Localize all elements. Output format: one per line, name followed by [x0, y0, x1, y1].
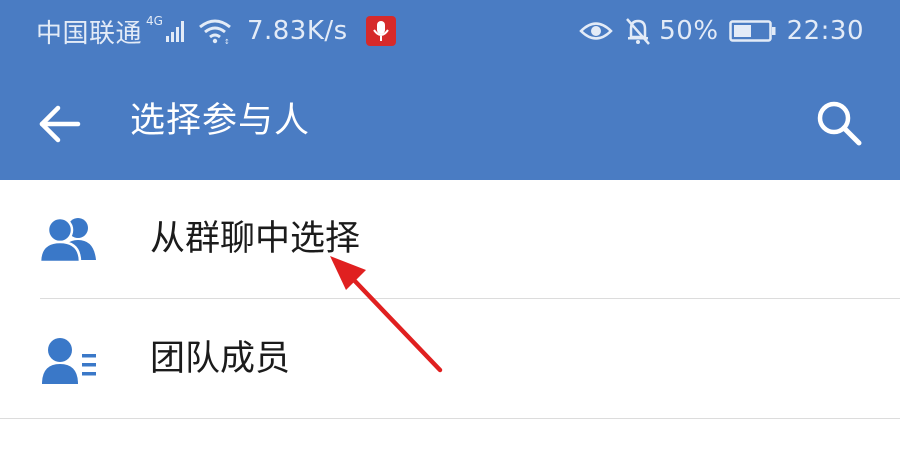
status-bar: 中国联通 4G ↕ 7.83K/s 50% 22:30: [0, 0, 900, 62]
list-item-select-from-group-chat[interactable]: 从群聊中选择: [0, 180, 900, 298]
divider: [40, 298, 900, 299]
search-icon[interactable]: [814, 98, 864, 148]
clock: 22:30: [786, 16, 864, 46]
wifi-icon: ↕: [199, 19, 231, 45]
status-bar-right: 50% 22:30: [579, 0, 864, 62]
mute-bell-icon: [626, 18, 651, 45]
battery-percent: 50%: [659, 16, 719, 46]
page-title: 选择参与人: [130, 101, 311, 141]
app-bar: 选择参与人: [0, 62, 900, 180]
network-speed: 7.83K/s: [246, 16, 348, 46]
svg-text:↕: ↕: [224, 38, 230, 45]
battery-icon: [728, 20, 776, 42]
microphone-icon: [365, 16, 396, 46]
list-item-label: 团队成员: [150, 339, 291, 379]
carrier-name: 中国联通: [36, 18, 143, 49]
list-item-label: 从群聊中选择: [150, 219, 361, 259]
eye-icon: [579, 22, 614, 40]
signal-icon: [165, 21, 184, 42]
status-bar-left: 中国联通 4G ↕ 7.83K/s: [36, 0, 396, 62]
divider: [0, 418, 900, 419]
group-icon: [38, 216, 96, 264]
back-arrow-icon[interactable]: [36, 100, 84, 148]
contact-list-icon: [42, 338, 96, 384]
network-type: 4G: [146, 14, 163, 28]
list-item-team-members[interactable]: 团队成员: [0, 300, 900, 418]
